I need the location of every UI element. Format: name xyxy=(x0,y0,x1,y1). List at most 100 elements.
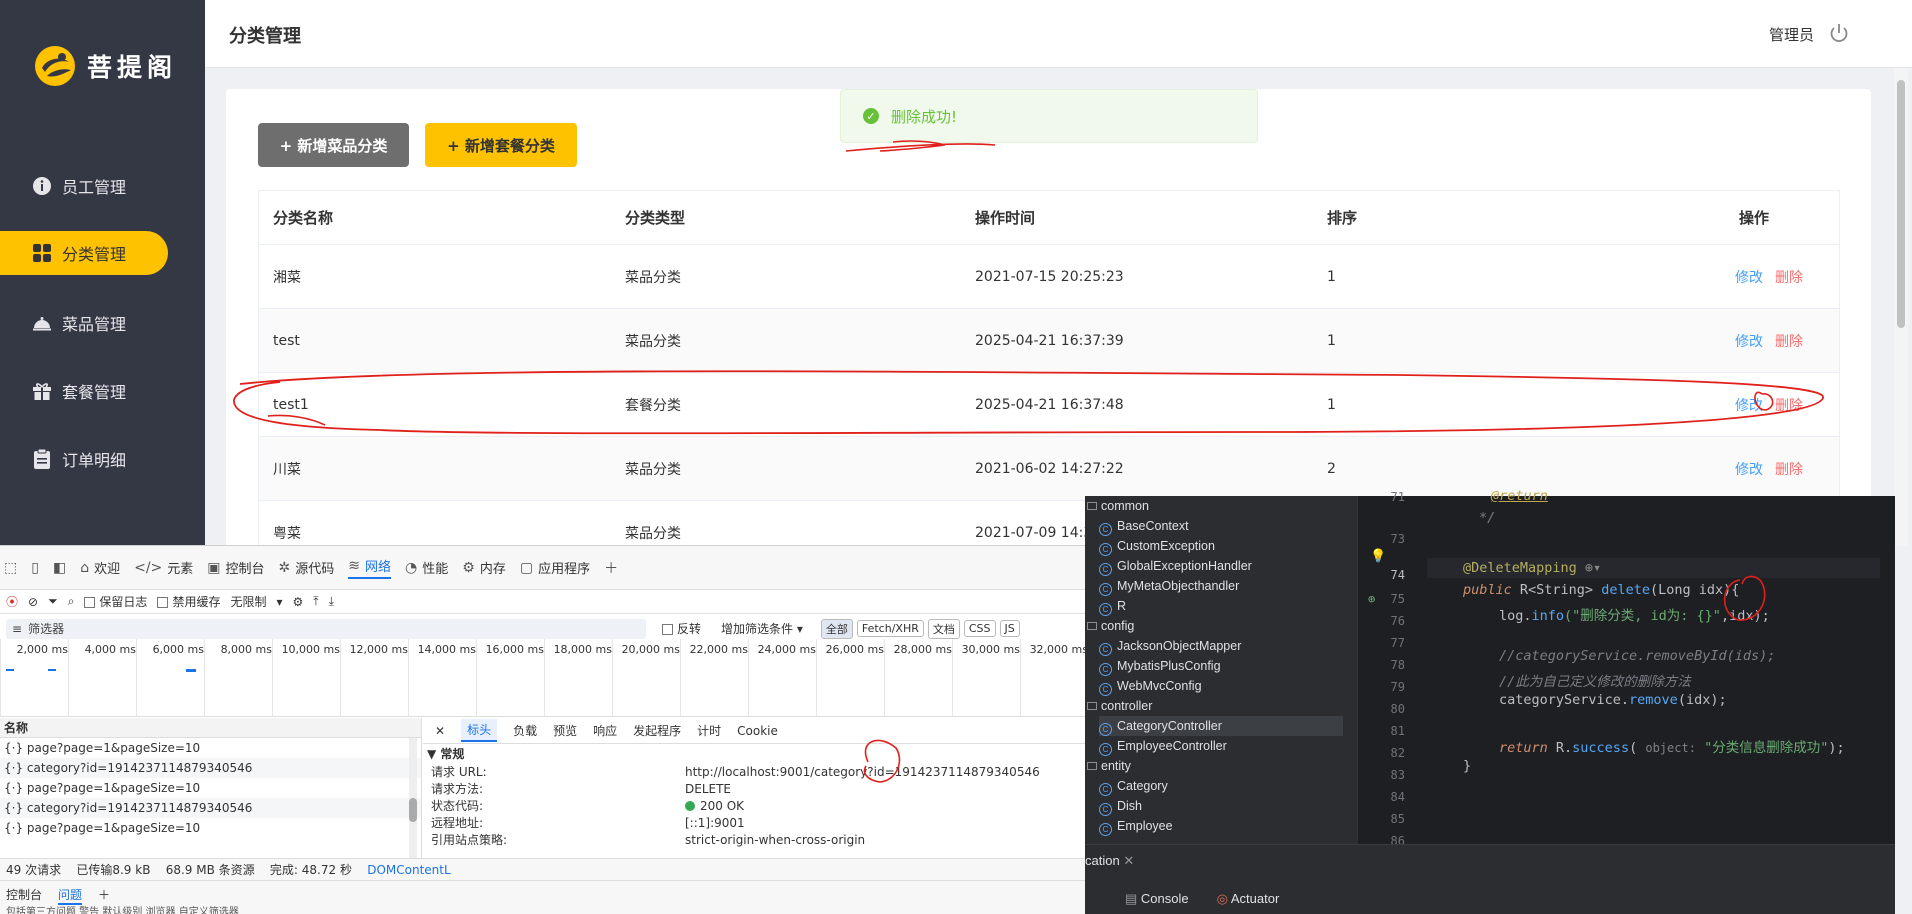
tab-memory[interactable]: ⚙ 内存 xyxy=(462,558,506,578)
tree-folder[interactable]: controller xyxy=(1087,696,1152,716)
lightbulb-icon[interactable]: 💡 xyxy=(1370,549,1386,564)
delete-link[interactable]: 删除 xyxy=(1775,398,1803,414)
filter-input[interactable]: ≡ 筛选器 xyxy=(6,618,646,639)
clear-icon[interactable]: ⊘ xyxy=(28,595,38,609)
delete-link[interactable]: 删除 xyxy=(1775,462,1803,478)
close-icon[interactable]: ✕ xyxy=(435,724,445,738)
disable-cache-checkbox[interactable]: 禁用缓存 xyxy=(157,593,220,610)
sidebar-item-categories[interactable]: 分类管理 xyxy=(0,231,168,275)
request-list-scrollbar[interactable] xyxy=(409,738,417,858)
user-name: 管理员 xyxy=(1768,26,1814,44)
tree-class[interactable]: C GlobalExceptionHandler xyxy=(1099,556,1252,576)
add-set-category-button[interactable]: + 新增套餐分类 xyxy=(425,123,577,167)
type-filter-fetch[interactable]: Fetch/XHR xyxy=(856,620,924,637)
tree-folder[interactable]: entity xyxy=(1087,756,1131,776)
code-editor[interactable]: @return */ @DeleteMapping ⊕▾ public R<St… xyxy=(1427,488,1895,844)
sidebar-item-dishes[interactable]: 菜品管理 xyxy=(0,301,168,345)
detail-tab-headers[interactable]: 标头 xyxy=(461,719,498,742)
tool-tab-actuator[interactable]: ◎ Actuator xyxy=(1217,891,1280,907)
request-row[interactable]: {·} category?id=1914237114879340546 xyxy=(0,798,421,818)
detail-tab-preview[interactable]: 预览 xyxy=(553,722,577,739)
tree-class[interactable]: C MybatisPlusConfig xyxy=(1099,656,1221,676)
tree-label: Employee xyxy=(1117,819,1173,833)
wifi-settings-icon[interactable]: ⚙ xyxy=(293,595,304,609)
request-row[interactable]: {·} category?id=1914237114879340546 xyxy=(0,758,421,778)
add-drawer-tab-icon[interactable]: ＋ xyxy=(98,886,110,903)
type-filter-js[interactable]: JS xyxy=(999,620,1020,637)
type-filter-all[interactable]: 全部 xyxy=(820,618,853,639)
tree-class[interactable]: CR xyxy=(1099,596,1126,616)
edit-link[interactable]: 修改 xyxy=(1735,334,1763,350)
add-dish-category-button[interactable]: + 新增菜品分类 xyxy=(258,123,409,167)
detail-tab-payload[interactable]: 负载 xyxy=(513,722,537,739)
delete-link[interactable]: 删除 xyxy=(1775,334,1803,350)
upload-icon[interactable]: ⤒ xyxy=(313,594,318,609)
tab-sources[interactable]: ✲ 源代码 xyxy=(279,558,335,578)
checkbox-label: 禁用缓存 xyxy=(172,595,221,609)
tree-class[interactable]: C JacksonObjectMapper xyxy=(1099,636,1241,656)
page-scrollbar[interactable] xyxy=(1894,68,1908,546)
edit-link[interactable]: 修改 xyxy=(1735,462,1763,478)
filter-icon[interactable]: ⏷ xyxy=(48,594,58,609)
web-endpoint-icon[interactable]: ⊕ xyxy=(1368,592,1375,606)
tab-network[interactable]: ≋ 网络 xyxy=(348,556,392,579)
download-icon[interactable]: ⤓ xyxy=(329,594,334,609)
tree-class-selected[interactable]: C CategoryController xyxy=(1099,716,1343,736)
filter-placeholder: 筛选器 xyxy=(28,622,65,636)
tree-class[interactable]: C Employee xyxy=(1099,816,1173,836)
sidebar-item-orders[interactable]: 订单明细 xyxy=(0,437,168,481)
tab-application[interactable]: ▢ 应用程序 xyxy=(520,558,590,578)
request-row[interactable]: {·} page?page=1&pageSize=10 xyxy=(0,818,421,838)
tree-class[interactable]: C CustomException xyxy=(1099,536,1215,556)
sidebar-item-sets[interactable]: 套餐管理 xyxy=(0,369,168,413)
detail-tab-timing[interactable]: 计时 xyxy=(697,722,721,739)
sidebar-item-employees[interactable]: 员工管理 xyxy=(0,164,168,208)
tree-class[interactable]: C WebMvcConfig xyxy=(1099,676,1202,696)
tree-folder[interactable]: common xyxy=(1087,496,1149,516)
run-tab[interactable]: cation ✕ xyxy=(1085,853,1134,869)
actuator-icon: ◎ xyxy=(1216,891,1231,906)
detail-tab-initiator[interactable]: 发起程序 xyxy=(633,722,681,739)
throttle-select[interactable]: 无限制 xyxy=(230,593,266,610)
search-icon[interactable]: ⌕ xyxy=(68,594,75,609)
edit-link[interactable]: 修改 xyxy=(1735,270,1763,286)
sidebar-toggle-icon[interactable]: ◧ xyxy=(53,560,66,576)
type-filter-doc[interactable]: 文档 xyxy=(927,618,960,639)
tree-class[interactable]: C Category xyxy=(1099,776,1168,796)
invert-checkbox[interactable]: 反转 xyxy=(662,620,701,637)
logout-power-icon[interactable] xyxy=(1828,22,1850,44)
code-line: return R.success( object: "分类信息删除成功"); xyxy=(1499,740,1845,756)
network-timeline[interactable]: 2,000 ms 4,000 ms 6,000 ms 8,000 ms 10,0… xyxy=(0,639,1088,717)
tree-class[interactable]: C BaseContext xyxy=(1099,516,1189,536)
device-icon[interactable]: ▯ xyxy=(31,560,39,576)
drawer-tab-console[interactable]: 控制台 xyxy=(6,886,42,903)
tab-elements[interactable]: </> 元素 xyxy=(134,558,193,578)
request-row[interactable]: {·} page?page=1&pageSize=10 xyxy=(0,738,421,758)
scrollbar-thumb[interactable] xyxy=(409,798,417,822)
chevron-down-icon[interactable]: ▾ xyxy=(276,595,282,609)
preserve-log-checkbox[interactable]: 保留日志 xyxy=(84,593,147,610)
tab-welcome[interactable]: ⌂ 欢迎 xyxy=(80,558,120,578)
delete-link[interactable]: 删除 xyxy=(1775,270,1803,286)
record-icon[interactable]: ⦿ xyxy=(6,593,18,610)
tree-folder[interactable]: config xyxy=(1087,616,1134,636)
more-filters-dropdown[interactable]: 增加筛选条件 ▾ xyxy=(721,620,803,637)
type-filter-css[interactable]: CSS xyxy=(963,620,996,637)
ide-window: common C BaseContext C CustomException C Gl… xyxy=(1085,488,1895,914)
editor-scrollbar[interactable] xyxy=(1880,496,1895,844)
detail-tab-cookie[interactable]: Cookie xyxy=(737,724,778,738)
scrollbar-thumb[interactable] xyxy=(1897,80,1905,328)
tree-class[interactable]: C MyMetaObjecthandler xyxy=(1099,576,1239,596)
general-section-toggle[interactable]: ▼ 常规 xyxy=(423,744,1085,764)
tool-tab-console[interactable]: ▤ Console xyxy=(1125,891,1189,907)
request-row[interactable]: {·} page?page=1&pageSize=10 xyxy=(0,778,421,798)
detail-tab-response[interactable]: 响应 xyxy=(593,722,617,739)
close-icon[interactable]: ✕ xyxy=(1123,853,1134,868)
add-tab-icon[interactable]: ＋ xyxy=(604,558,618,578)
tab-console[interactable]: ▣ 控制台 xyxy=(207,558,264,578)
tree-class[interactable]: C Dish xyxy=(1099,796,1142,816)
tree-class[interactable]: C EmployeeController xyxy=(1099,736,1227,756)
tab-performance[interactable]: ◔ 性能 xyxy=(405,558,448,578)
edit-link[interactable]: 修改 xyxy=(1735,398,1763,414)
inspect-icon[interactable]: ⬚ xyxy=(4,560,17,576)
